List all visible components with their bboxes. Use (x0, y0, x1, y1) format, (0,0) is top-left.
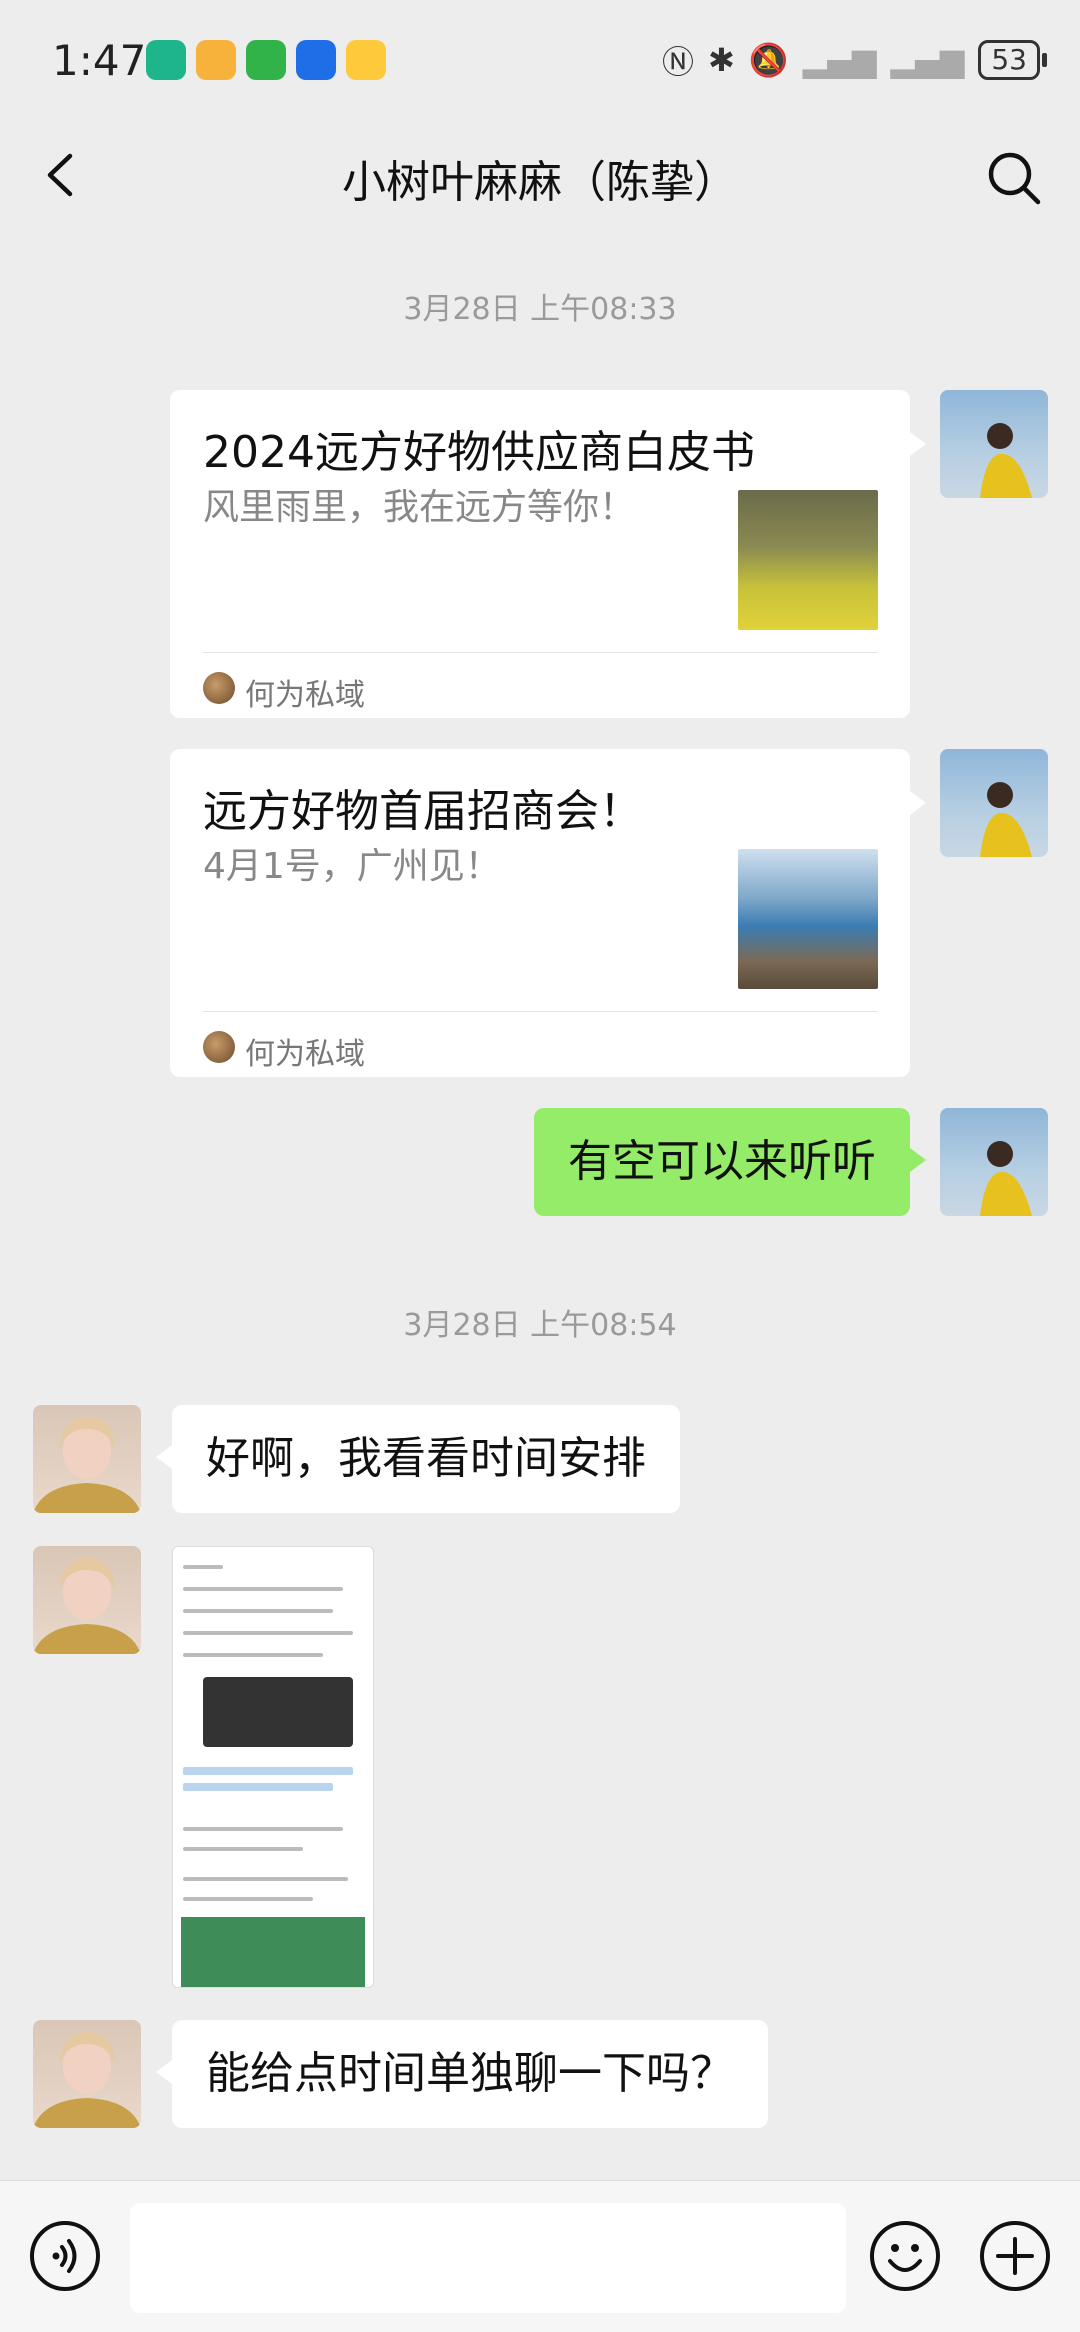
card-divider (203, 652, 878, 653)
message-image-screenshot[interactable] (172, 1546, 374, 1988)
chat-header: 小树叶麻麻（陈挚） (0, 120, 1080, 232)
app-icon-deer (196, 40, 236, 80)
message-input[interactable] (130, 2203, 846, 2313)
source-avatar-icon (203, 672, 235, 704)
card-divider (203, 1011, 878, 1012)
avatar-self[interactable] (940, 390, 1048, 498)
card-source: 何为私域 (245, 1037, 365, 1072)
message-bubble-received[interactable]: 能给点时间单独聊一下吗？ (156, 2020, 768, 2128)
plus-icon[interactable] (978, 2219, 1052, 2293)
timestamp: 3月28日 上午08:54 (403, 1308, 677, 1343)
signal-icon: ▂▄▆ (802, 41, 877, 79)
mute-bell-icon: 🔕 (748, 41, 789, 79)
avatar-contact[interactable] (33, 2020, 141, 2128)
app-icon-green (246, 40, 286, 80)
system-icons: Ⓝ ✱ 🔕 ▂▄▆ ▂▄▆ 53 (662, 36, 1047, 84)
input-bar (0, 2180, 1080, 2332)
battery-icon: 53 (978, 40, 1047, 80)
card-description: 4月1号，广州见！ (203, 846, 501, 887)
card-title: 2024远方好物供应商白皮书 (203, 427, 755, 478)
message-bubble-sent[interactable]: 有空可以来听听 (534, 1108, 926, 1216)
avatar-contact[interactable] (33, 1405, 141, 1513)
timestamp: 3月28日 上午08:33 (403, 292, 677, 327)
avatar-self[interactable] (940, 749, 1048, 857)
avatar-contact[interactable] (33, 1546, 141, 1654)
emoji-icon[interactable] (868, 2219, 942, 2293)
card-source: 何为私域 (245, 678, 365, 713)
card-thumbnail-image (738, 490, 878, 630)
signal-icon-2: ▂▄▆ (890, 41, 965, 79)
app-icon-leaf (146, 40, 186, 80)
card-thumbnail-image (738, 849, 878, 989)
card-title: 远方好物首届招商会！ (203, 786, 643, 837)
source-avatar-icon (203, 1031, 235, 1063)
app-icon-duck (346, 40, 386, 80)
message-bubble-received[interactable]: 好啊，我看看时间安排 (156, 1405, 680, 1513)
avatar-self[interactable] (940, 1108, 1048, 1216)
bluetooth-icon: ✱ (708, 41, 735, 79)
nfc-icon: Ⓝ (662, 43, 695, 81)
link-card-whitepaper[interactable]: 2024远方好物供应商白皮书 风里雨里，我在远方等你！ 何为私域 (170, 390, 926, 718)
page-title: 小树叶麻麻（陈挚） (342, 157, 738, 208)
app-icon-plane (296, 40, 336, 80)
status-time: 1:47 (52, 36, 147, 85)
status-bar: 1:47 Ⓝ ✱ 🔕 ▂▄▆ ▂▄▆ 53 (0, 0, 1080, 120)
voice-input-icon[interactable] (28, 2219, 102, 2293)
link-card-conference[interactable]: 远方好物首届招商会！ 4月1号，广州见！ 何为私域 (170, 749, 926, 1077)
card-description: 风里雨里，我在远方等你！ (203, 487, 636, 528)
search-icon[interactable] (986, 150, 1042, 206)
